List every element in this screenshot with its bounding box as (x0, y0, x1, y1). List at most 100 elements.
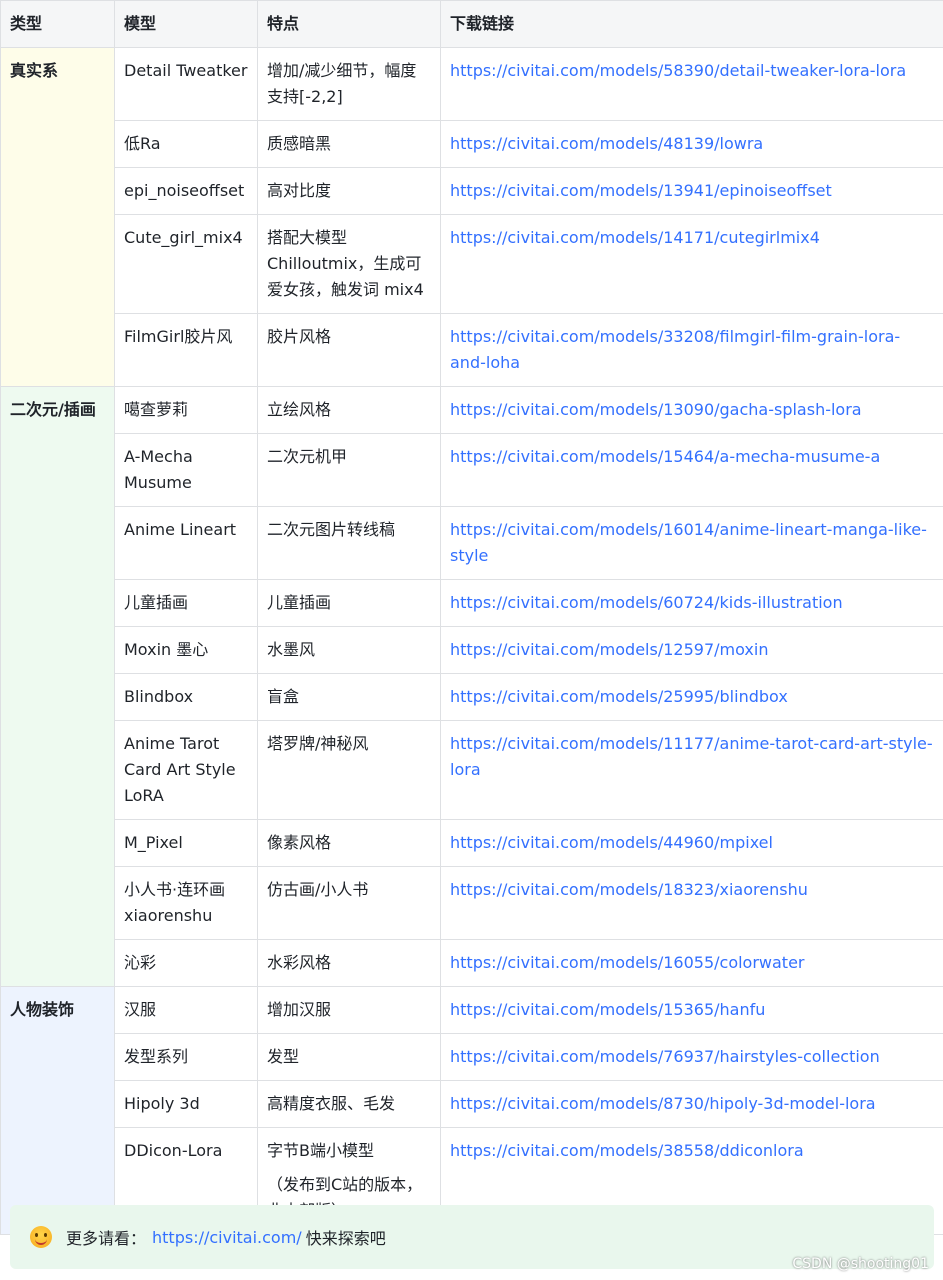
model-cell: M_Pixel (114, 819, 258, 867)
download-link[interactable]: https://civitai.com/models/38558/ddiconl… (450, 1141, 804, 1160)
model-cell: 儿童插画 (114, 579, 258, 627)
feature-text: 字节B端小模型 (267, 1141, 374, 1160)
download-link[interactable]: https://civitai.com/models/15365/hanfu (450, 1000, 765, 1019)
download-link[interactable]: https://civitai.com/models/44960/mpixel (450, 833, 773, 852)
model-cell: Anime Lineart (114, 506, 258, 580)
callout-tail: 快来探索吧 (305, 1229, 386, 1248)
feature-text: 增加/减少细节，幅度支持[-2,2] (267, 61, 417, 106)
download-link-cell: https://civitai.com/models/11177/anime-t… (440, 720, 943, 820)
feature-cell: 水墨风 (257, 626, 441, 674)
download-link-cell: https://civitai.com/models/12597/moxin (440, 626, 943, 674)
download-link-cell: https://civitai.com/models/14171/cutegir… (440, 214, 943, 314)
download-link[interactable]: https://civitai.com/models/18323/xiaoren… (450, 880, 808, 899)
feature-cell: 胶片风格 (257, 313, 441, 387)
feature-cell: 盲盒 (257, 673, 441, 721)
feature-cell: 二次元图片转线稿 (257, 506, 441, 580)
feature-cell: 儿童插画 (257, 579, 441, 627)
download-link[interactable]: https://civitai.com/models/14171/cutegir… (450, 228, 820, 247)
download-link[interactable]: https://civitai.com/models/76937/hairsty… (450, 1047, 880, 1066)
download-link-cell: https://civitai.com/models/18323/xiaoren… (440, 866, 943, 940)
model-cell: Cute_girl_mix4 (114, 214, 258, 314)
download-link[interactable]: https://civitai.com/models/33208/filmgir… (450, 327, 900, 372)
download-link-cell: https://civitai.com/models/58390/detail-… (440, 47, 943, 121)
header-download-link: 下载链接 (440, 0, 943, 48)
feature-cell: 搭配大模型Chilloutmix，生成可爱女孩，触发词 mix4 (257, 214, 441, 314)
download-link-cell: https://civitai.com/models/8730/hipoly-3… (440, 1080, 943, 1128)
feature-text: 仿古画/小人书 (267, 880, 369, 899)
callout-label: 更多请看： (66, 1229, 147, 1248)
download-link-cell: https://civitai.com/models/48139/lowra (440, 120, 943, 168)
download-link[interactable]: https://civitai.com/models/13090/gacha-s… (450, 400, 862, 419)
smile-emoji-icon (30, 1226, 52, 1248)
header-type: 类型 (0, 0, 115, 48)
category-cell: 真实系 (0, 47, 115, 387)
download-link[interactable]: https://civitai.com/models/11177/anime-t… (450, 734, 933, 779)
table-row: 低Ra 质感暗黑 https://civitai.com/models/48139/… (1, 120, 943, 168)
download-link-cell: https://civitai.com/models/44960/mpixel (440, 819, 943, 867)
download-link[interactable]: https://civitai.com/models/25995/blindbo… (450, 687, 788, 706)
model-cell: 发型系列 (114, 1033, 258, 1081)
download-link[interactable]: https://civitai.com/models/16014/anime-l… (450, 520, 927, 565)
table-row: M_Pixel 像素风格 https://civitai.com/models/44… (1, 819, 943, 867)
table-row: Anime Lineart 二次元图片转线稿 https://civitai.com… (1, 506, 943, 580)
models-table: 类型 模型 特点 下载链接 真实系 Detail Tweatker 增加/减少细节，… (0, 0, 943, 1235)
table-row: 人物装饰 汉服 增加汉服 https://civitai.com/models/153… (0, 986, 943, 1235)
feature-text: 质感暗黑 (267, 134, 332, 153)
download-link[interactable]: https://civitai.com/models/48139/lowra (450, 134, 763, 153)
feature-cell: 增加汉服 (257, 986, 441, 1034)
model-cell: Anime Tarot Card Art Style LoRA (114, 720, 258, 820)
feature-text: 水彩风格 (267, 953, 332, 972)
download-link-cell: https://civitai.com/models/16055/colorwa… (440, 939, 943, 987)
download-link-cell: https://civitai.com/models/76937/hairsty… (440, 1033, 943, 1081)
model-cell: 沁彩 (114, 939, 258, 987)
download-link-cell: https://civitai.com/models/15464/a-mecha… (440, 433, 943, 507)
table-row: Anime Tarot Card Art Style LoRA 塔罗牌/神秘风 ht… (1, 720, 943, 820)
callout-link[interactable]: https://civitai.com/ (152, 1228, 302, 1247)
download-link[interactable]: https://civitai.com/models/15464/a-mecha… (450, 447, 880, 466)
model-cell: epi_noiseoffset (114, 167, 258, 215)
model-cell: 汉服 (114, 986, 258, 1034)
feature-cell: 高对比度 (257, 167, 441, 215)
feature-text: 高对比度 (267, 181, 332, 200)
feature-text: 胶片风格 (267, 327, 332, 346)
download-link[interactable]: https://civitai.com/models/8730/hipoly-3… (450, 1094, 876, 1113)
table-row: 发型系列 发型 https://civitai.com/models/76937/h… (1, 1033, 943, 1081)
category-cell: 人物装饰 (0, 986, 115, 1235)
table-row: Moxin 墨心 水墨风 https://civitai.com/models/12… (1, 626, 943, 674)
feature-cell: 立绘风格 (257, 386, 441, 434)
model-cell: FilmGirl胶片风 (114, 313, 258, 387)
download-link[interactable]: https://civitai.com/models/60724/kids-il… (450, 593, 843, 612)
feature-cell: 质感暗黑 (257, 120, 441, 168)
model-cell: Hipoly 3d (114, 1080, 258, 1128)
download-link-cell: https://civitai.com/models/13090/gacha-s… (440, 386, 943, 434)
table-header-row: 类型 模型 特点 下载链接 (0, 0, 943, 48)
download-link-cell: https://civitai.com/models/60724/kids-il… (440, 579, 943, 627)
feature-text: 水墨风 (267, 640, 316, 659)
table-row: FilmGirl胶片风 胶片风格 https://civitai.com/model… (1, 313, 943, 387)
feature-text: 搭配大模型Chilloutmix，生成可爱女孩，触发词 mix4 (267, 228, 424, 299)
table-row: Cute_girl_mix4 搭配大模型Chilloutmix，生成可爱女孩，触发… (1, 214, 943, 314)
table-row: 二次元/插画 噶查萝莉 立绘风格 https://civitai.com/models… (0, 386, 943, 987)
download-link[interactable]: https://civitai.com/models/12597/moxin (450, 640, 768, 659)
feature-cell: 二次元机甲 (257, 433, 441, 507)
table-row: A-Mecha Musume 二次元机甲 https://civitai.com/m… (1, 433, 943, 507)
model-cell: Moxin 墨心 (114, 626, 258, 674)
download-link[interactable]: https://civitai.com/models/58390/detail-… (450, 61, 906, 80)
download-link-cell: https://civitai.com/models/13941/epinois… (440, 167, 943, 215)
feature-text: 立绘风格 (267, 400, 332, 419)
feature-text: 塔罗牌/神秘风 (267, 734, 369, 753)
model-cell: 噶查萝莉 (114, 386, 258, 434)
table-row: 小人书·连环画 xiaorenshu 仿古画/小人书 https://civitai… (1, 866, 943, 940)
table-row: Blindbox 盲盒 https://civitai.com/models/259… (1, 673, 943, 721)
download-link[interactable]: https://civitai.com/models/13941/epinois… (450, 181, 832, 200)
feature-text: 增加汉服 (267, 1000, 332, 1019)
header-feature: 特点 (257, 0, 441, 48)
download-link-cell: https://civitai.com/models/25995/blindbo… (440, 673, 943, 721)
download-link-cell: https://civitai.com/models/33208/filmgir… (440, 313, 943, 387)
model-cell: 低Ra (114, 120, 258, 168)
feature-cell: 发型 (257, 1033, 441, 1081)
table-row: 沁彩 水彩风格 https://civitai.com/models/16055/c… (1, 939, 943, 987)
download-link[interactable]: https://civitai.com/models/16055/colorwa… (450, 953, 805, 972)
feature-text: 二次元图片转线稿 (267, 520, 396, 539)
feature-cell: 塔罗牌/神秘风 (257, 720, 441, 820)
